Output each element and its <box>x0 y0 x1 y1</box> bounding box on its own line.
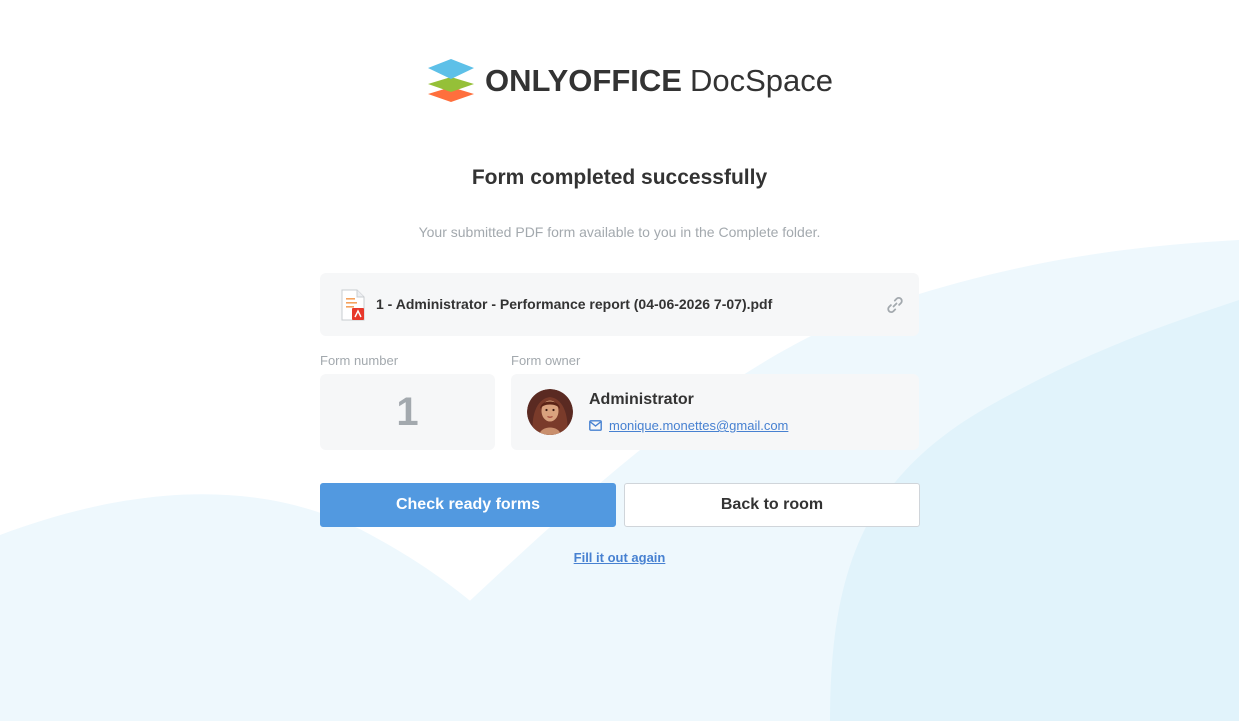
owner-name: Administrator <box>589 391 694 408</box>
link-icon[interactable] <box>886 296 904 314</box>
onlyoffice-logo-icon <box>428 59 474 102</box>
submitted-file-card: 1 - Administrator - Performance report (… <box>320 273 919 336</box>
page-subtitle: Your submitted PDF form available to you… <box>418 224 821 240</box>
mail-icon <box>589 420 602 431</box>
avatar <box>527 389 573 435</box>
owner-email-link[interactable]: monique.monettes@gmail.com <box>609 418 788 433</box>
fill-again-container: Fill it out again <box>0 550 1239 565</box>
onlyoffice-docspace-logo: ONLYOFFICE DocSpace <box>426 57 833 105</box>
logo-product: DocSpace <box>689 63 833 98</box>
form-owner-card: Administrator monique.monettes@gmail.com <box>511 374 919 450</box>
form-number-value: 1 <box>320 374 495 450</box>
form-owner-label: Form owner <box>511 353 581 368</box>
logo-brand: ONLYOFFICE <box>485 63 682 98</box>
pdf-file-icon <box>341 289 365 321</box>
file-name[interactable]: 1 - Administrator - Performance report (… <box>376 296 772 312</box>
check-ready-forms-button[interactable]: Check ready forms <box>320 483 616 527</box>
logo-text: ONLYOFFICE DocSpace <box>485 63 833 99</box>
back-to-room-button[interactable]: Back to room <box>624 483 920 527</box>
form-number-label: Form number <box>320 353 399 368</box>
page-title: Form completed successfully <box>471 166 768 189</box>
fill-it-out-again-link[interactable]: Fill it out again <box>574 550 666 565</box>
form-completed-page: ONLYOFFICE DocSpace Form completed succes… <box>0 0 1239 721</box>
